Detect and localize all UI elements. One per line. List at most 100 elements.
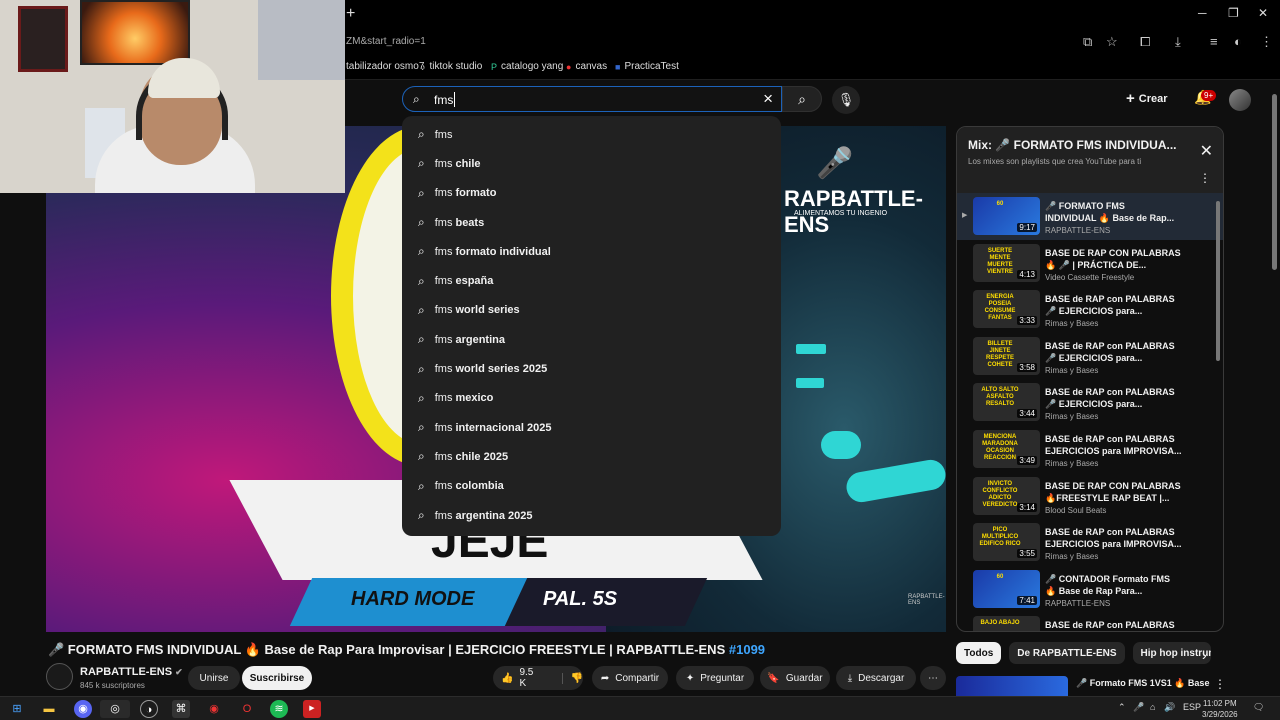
playlist-item[interactable]: 60 7:41 🎤 CONTADOR Formato FMS 🔥 Base de Ra…: [957, 566, 1223, 613]
download-icon[interactable]: ⤓: [1175, 34, 1181, 50]
search-button[interactable]: ⌕: [782, 86, 822, 112]
chip-todos[interactable]: Todos: [956, 642, 1002, 664]
suggestion-item[interactable]: ⌕ fms formato individual: [402, 237, 781, 266]
thumbs-down-icon[interactable]: 👎: [561, 672, 583, 684]
playlist-item[interactable]: BAJO ABAJO BASE de RAP con PALABRAS: [957, 612, 1223, 631]
playlist-scrollbar[interactable]: [1216, 201, 1220, 361]
save-button[interactable]: 🔖 Guardar: [760, 666, 830, 690]
more-options-icon[interactable]: ⋮: [1199, 171, 1211, 185]
discord-icon[interactable]: ◉: [74, 700, 92, 718]
bookmark-canvas[interactable]: ● canvas: [566, 61, 607, 72]
microphone-icon[interactable]: 🎤: [1133, 702, 1144, 713]
playlist-item[interactable]: ENERGIA POSEIA CONSUME FANTAS 3:33 BASE de…: [957, 286, 1223, 333]
suggestion-item[interactable]: ⌕ fms world series 2025: [402, 354, 781, 383]
voice-search-button[interactable]: 🎙: [832, 86, 860, 114]
chip-hiphop[interactable]: Hip hop instrume: [1132, 642, 1211, 664]
create-button[interactable]: + Crear: [1126, 90, 1168, 107]
bookmark-practicatest[interactable]: ■ PracticaTest: [615, 61, 679, 72]
playlist-item[interactable]: PICO MULTIPLICO EDIFICO RICO 3:55 BASE de …: [957, 519, 1223, 566]
bookmark-catalogo[interactable]: Pcatalogo yang: [491, 61, 563, 72]
tray-chevron-icon[interactable]: ⌃: [1118, 702, 1126, 713]
playlist-thumbnail[interactable]: BAJO ABAJO: [973, 616, 1040, 631]
extensions-icon[interactable]: ⧠: [1140, 34, 1150, 50]
url-text[interactable]: ZM&start_radio=1: [346, 36, 426, 47]
video-app-icon[interactable]: ▶: [303, 700, 321, 718]
playlist-item[interactable]: INVICTO CONFLICTO ADICTO VEREDICTO 3:14 BA…: [957, 473, 1223, 520]
bookmark-tiktok[interactable]: ♪ tiktok studio: [421, 61, 482, 72]
like-button[interactable]: 👍 9.5 K 👎: [493, 666, 583, 690]
join-button[interactable]: Unirse: [188, 666, 240, 690]
profile-icon[interactable]: ◐: [1234, 34, 1242, 49]
suggestion-item[interactable]: ⌕ fms: [402, 120, 781, 149]
search-input[interactable]: ⌕ fms ×: [402, 86, 782, 112]
playlist-item[interactable]: ▶ 60 9:17 🎤 FORMATO FMS INDIVIDUAL 🔥 Base de…: [957, 193, 1223, 240]
playlist-thumbnail[interactable]: BILLETE JINETE RESPETE COHETE 3:58: [973, 336, 1040, 375]
playlist-thumbnail[interactable]: SUERTE MENTE MUERTE VIENTRE 4:13: [973, 243, 1040, 282]
recorder-icon[interactable]: ◉: [205, 700, 223, 718]
restore-icon[interactable]: ❐: [1228, 6, 1239, 20]
chevron-right-icon[interactable]: ›: [1202, 647, 1207, 663]
more-actions-button[interactable]: ⋯: [920, 666, 946, 690]
playlist-item[interactable]: SUERTE MENTE MUERTE VIENTRE 4:13 BASE DE R…: [957, 240, 1223, 287]
playlist-item[interactable]: BILLETE JINETE RESPETE COHETE 3:58 BASE de…: [957, 333, 1223, 380]
playlist-thumbnail[interactable]: PICO MULTIPLICO EDIFICO RICO 3:55: [973, 523, 1040, 562]
volume-icon[interactable]: 🔊: [1164, 702, 1175, 713]
suggestion-item[interactable]: ⌕ fms formato: [402, 179, 781, 208]
windows-start-icon[interactable]: ⊞: [8, 700, 26, 718]
playlist-item[interactable]: MENCIONA MARADONA OCASION REACCION 3:49 BA…: [957, 426, 1223, 473]
playlist-title[interactable]: Mix: 🎤 FORMATO FMS INDIVIDUA...: [968, 138, 1177, 152]
suggestion-item[interactable]: ⌕ fms españa: [402, 266, 781, 295]
playlist-thumbnail[interactable]: ENERGIA POSEIA CONSUME FANTAS 3:33: [973, 290, 1040, 329]
share-button[interactable]: ➦ Compartir: [592, 666, 668, 690]
related-thumbnail[interactable]: [956, 676, 1068, 696]
playlist-item[interactable]: ALTO SALTO ASFALTO RESALTO 3:44 BASE de RA…: [957, 379, 1223, 426]
download-button[interactable]: ⤓ Descargar: [836, 666, 916, 690]
browser-menu-icon[interactable]: ⋮: [1260, 34, 1273, 50]
chip-channel[interactable]: De RAPBATTLE-ENS: [1009, 642, 1125, 664]
subscribe-button[interactable]: Suscribirse: [242, 666, 312, 690]
bookmark-star-icon[interactable]: ☆: [1106, 34, 1118, 50]
suggestion-item[interactable]: ⌕ fms internacional 2025: [402, 413, 781, 442]
suggestion-item[interactable]: ⌕ fms argentina 2025: [402, 501, 781, 530]
language-indicator[interactable]: ESP: [1183, 702, 1201, 712]
capcut-icon[interactable]: ⌘: [172, 700, 190, 718]
suggestion-item[interactable]: ⌕ fms world series: [402, 296, 781, 325]
suggestion-item[interactable]: ⌕ fms colombia: [402, 472, 781, 501]
app-icon[interactable]: ◑: [140, 700, 158, 718]
search-text[interactable]: fms: [434, 93, 453, 107]
new-tab-button[interactable]: +: [346, 5, 355, 23]
related-title[interactable]: 🎤 Formato FMS 1VS1 🔥 Base: [1076, 678, 1226, 689]
channel-avatar[interactable]: [46, 663, 73, 690]
suggestion-item[interactable]: ⌕ fms chile 2025: [402, 442, 781, 471]
chrome-icon[interactable]: ◎: [100, 700, 130, 718]
install-app-icon[interactable]: ⧉: [1083, 34, 1092, 50]
playlist-thumbnail[interactable]: MENCIONA MARADONA OCASION REACCION 3:49: [973, 429, 1040, 468]
suggestion-item[interactable]: ⌕ fms mexico: [402, 384, 781, 413]
playlist-thumbnail[interactable]: ALTO SALTO ASFALTO RESALTO 3:44: [973, 383, 1040, 422]
playlist-thumbnail[interactable]: 60 9:17: [973, 197, 1040, 235]
suggestion-item[interactable]: ⌕ fms chile: [402, 149, 781, 178]
spotify-icon[interactable]: ≋: [270, 700, 288, 718]
clear-search-icon[interactable]: ×: [763, 89, 773, 109]
playlist-thumbnail[interactable]: 60 7:41: [973, 569, 1040, 608]
network-icon[interactable]: ⌂: [1150, 702, 1155, 712]
video-hashtag[interactable]: #1099: [729, 642, 765, 657]
suggestion-item[interactable]: ⌕ fms argentina: [402, 325, 781, 354]
file-explorer-icon[interactable]: ▬: [40, 700, 58, 718]
playlist-thumbnail[interactable]: INVICTO CONFLICTO ADICTO VEREDICTO 3:14: [973, 476, 1040, 515]
bookmark-osmo[interactable]: tabilizador osmo7: [346, 61, 424, 72]
page-scrollbar[interactable]: [1272, 94, 1277, 270]
close-window-icon[interactable]: ✕: [1258, 6, 1268, 20]
channel-name[interactable]: RAPBATTLE-ENS ✔: [80, 666, 183, 678]
opera-icon[interactable]: O: [238, 700, 256, 718]
media-control-icon[interactable]: ≡: [1210, 34, 1218, 49]
close-icon[interactable]: ✕: [1200, 141, 1213, 161]
notification-center-icon[interactable]: 🗨: [1253, 702, 1264, 713]
minimize-icon[interactable]: ─: [1198, 6, 1207, 20]
more-options-icon[interactable]: ⋮: [1214, 677, 1226, 691]
account-avatar[interactable]: [1229, 89, 1251, 111]
ask-button[interactable]: ✦ Preguntar: [676, 666, 754, 690]
system-clock[interactable]: 11:02 PM 3/29/2026: [1202, 698, 1238, 720]
suggestion-item[interactable]: ⌕ fms beats: [402, 208, 781, 237]
related-video[interactable]: 🎤 Formato FMS 1VS1 🔥 Base ⋮: [956, 676, 1236, 696]
